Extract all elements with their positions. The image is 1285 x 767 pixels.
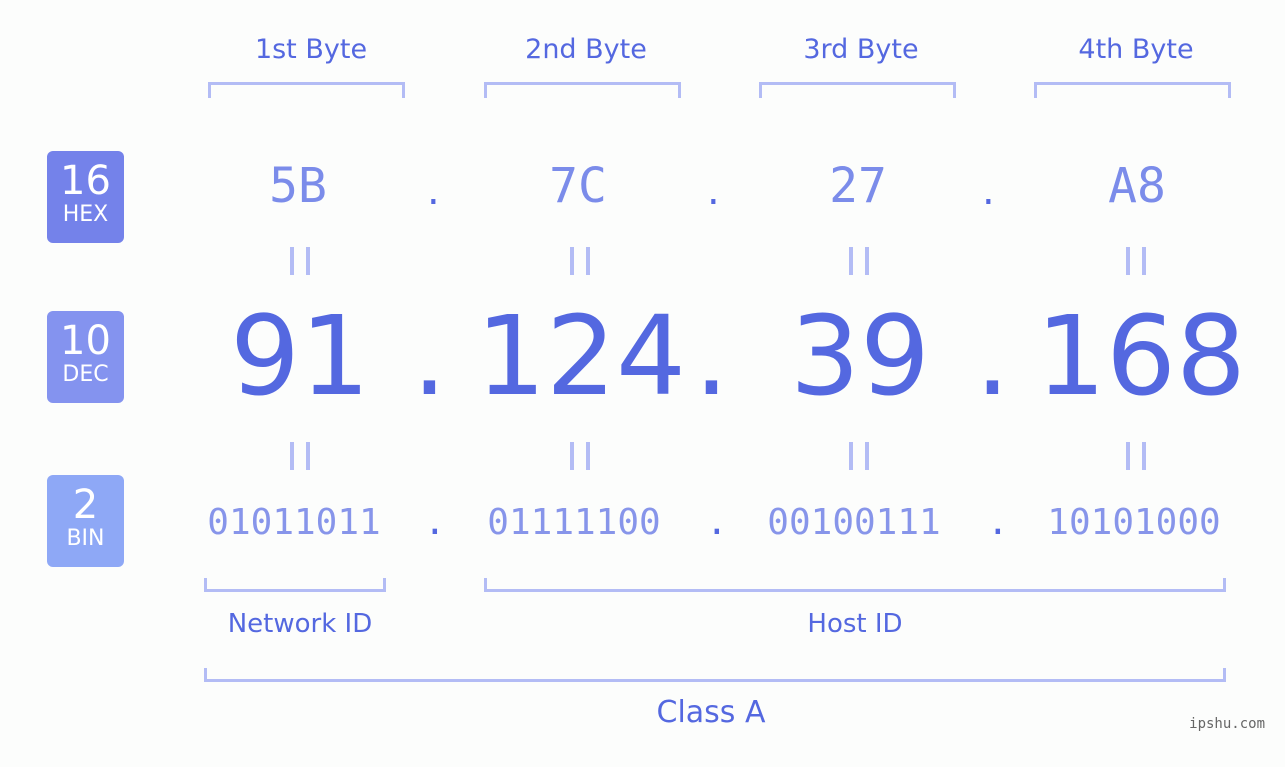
host-id-bracket — [484, 578, 1226, 592]
hex-separator-3: . — [982, 168, 995, 214]
equals-icon — [570, 442, 590, 470]
hex-separator-2: . — [707, 168, 720, 214]
dec-value-3: 39 — [790, 292, 930, 420]
bin-badge-base: 2 — [72, 482, 99, 528]
byte-label-4: 4th Byte — [1078, 34, 1194, 65]
bin-separator-2: . — [706, 502, 728, 543]
dec-badge-label: DEC — [62, 362, 109, 387]
hex-value-2: 7C — [549, 158, 607, 214]
byte-bracket-4 — [1034, 82, 1231, 98]
byte-bracket-2 — [484, 82, 681, 98]
equals-icon — [1126, 442, 1146, 470]
byte-label-1: 1st Byte — [254, 34, 368, 65]
hex-badge: 16 HEX — [47, 151, 124, 243]
dec-separator-1: . — [412, 292, 447, 420]
bin-separator-3: . — [987, 502, 1009, 543]
byte-label-2: 2nd Byte — [525, 34, 647, 65]
hex-value-1: 5B — [269, 158, 327, 214]
network-id-bracket — [204, 578, 386, 592]
dec-value-4: 168 — [1036, 292, 1246, 420]
bin-value-1: 01011011 — [207, 502, 381, 543]
class-bracket — [204, 668, 1226, 682]
watermark: ipshu.com — [1189, 716, 1265, 732]
bin-badge: 2 BIN — [47, 475, 124, 567]
byte-label-3: 3rd Byte — [803, 34, 919, 65]
hex-value-3: 27 — [829, 158, 887, 214]
hex-badge-base: 16 — [60, 158, 111, 204]
bin-value-4: 10101000 — [1047, 502, 1221, 543]
byte-bracket-1 — [208, 82, 405, 98]
equals-icon — [1126, 247, 1146, 275]
equals-icon — [290, 247, 310, 275]
dec-value-2: 124 — [476, 292, 686, 420]
hex-badge-label: HEX — [62, 202, 109, 227]
dec-separator-3: . — [975, 292, 1010, 420]
dec-badge-base: 10 — [60, 318, 111, 364]
hex-value-4: A8 — [1108, 158, 1166, 214]
hex-separator-1: . — [427, 168, 440, 214]
bin-value-3: 00100111 — [767, 502, 941, 543]
dec-badge: 10 DEC — [47, 311, 124, 403]
equals-icon — [290, 442, 310, 470]
host-id-label: Host ID — [807, 609, 903, 639]
equals-icon — [849, 247, 869, 275]
dec-separator-2: . — [694, 292, 729, 420]
bin-value-2: 01111100 — [487, 502, 661, 543]
byte-bracket-3 — [759, 82, 956, 98]
equals-icon — [849, 442, 869, 470]
dec-value-1: 91 — [230, 292, 370, 420]
equals-icon — [570, 247, 590, 275]
bin-badge-label: BIN — [66, 526, 105, 551]
class-label: Class A — [656, 695, 766, 730]
bin-separator-1: . — [424, 502, 446, 543]
network-id-label: Network ID — [227, 609, 373, 639]
